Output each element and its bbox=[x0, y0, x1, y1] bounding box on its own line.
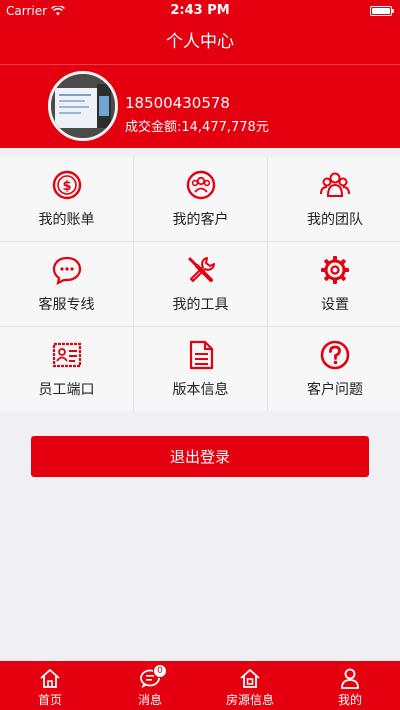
menu-my-bills[interactable]: $ 我的账单 bbox=[0, 157, 133, 241]
menu-grid: $ 我的账单 我的客户 我的团队 客服专线 我的工具 设置 员工端口 版本信息 … bbox=[0, 157, 400, 411]
menu-label: 版本信息 bbox=[172, 382, 229, 398]
avatar[interactable] bbox=[48, 71, 118, 141]
house-icon bbox=[240, 669, 260, 688]
tab-home[interactable]: 首页 bbox=[0, 661, 100, 710]
home-icon bbox=[40, 669, 60, 688]
transaction-amount: 成交金额:14,477,778元 bbox=[125, 120, 269, 135]
tools-icon bbox=[188, 257, 215, 282]
document-icon bbox=[189, 340, 213, 370]
gear-icon bbox=[321, 256, 349, 284]
menu-label: 我的工具 bbox=[172, 297, 229, 313]
message-badge: 0 bbox=[153, 664, 167, 678]
status-time: 2:43 PM bbox=[170, 3, 230, 18]
menu-my-team[interactable]: 我的团队 bbox=[268, 157, 400, 241]
tab-label: 房源信息 bbox=[225, 693, 274, 707]
menu-service-hotline[interactable]: 客服专线 bbox=[0, 242, 133, 326]
menu-label: 员工端口 bbox=[38, 382, 95, 398]
menu-settings[interactable]: 设置 bbox=[268, 242, 400, 326]
customers-circle-icon bbox=[186, 170, 215, 200]
menu-my-customers[interactable]: 我的客户 bbox=[134, 157, 267, 241]
tab-listings[interactable]: 房源信息 bbox=[200, 661, 300, 710]
nav-title: 个人中心 bbox=[0, 22, 400, 64]
tab-label: 我的 bbox=[337, 693, 362, 707]
svg-text:$: $ bbox=[62, 179, 71, 194]
dollar-circle-icon: $ bbox=[52, 170, 81, 200]
user-icon bbox=[341, 668, 359, 689]
status-bar: Carrier 2:43 PM bbox=[0, 0, 400, 22]
team-icon bbox=[320, 172, 350, 197]
question-circle-icon bbox=[320, 340, 350, 370]
id-card-icon bbox=[52, 342, 81, 368]
menu-label: 设置 bbox=[321, 297, 349, 313]
menu-employee-portal[interactable]: 员工端口 bbox=[0, 327, 133, 411]
battery-icon bbox=[370, 6, 394, 16]
tab-mine[interactable]: 我的 bbox=[300, 661, 400, 710]
menu-version-info[interactable]: 版本信息 bbox=[134, 327, 267, 411]
user-phone: 18500430578 bbox=[125, 94, 230, 112]
logout-button[interactable]: 退出登录 bbox=[31, 436, 369, 477]
menu-label: 我的团队 bbox=[307, 212, 363, 228]
menu-label: 我的客户 bbox=[172, 212, 229, 228]
avatar-image bbox=[51, 74, 115, 138]
tab-label: 首页 bbox=[37, 693, 62, 707]
tab-label: 消息 bbox=[137, 693, 162, 707]
menu-label: 客户问题 bbox=[307, 382, 363, 398]
profile-header: 18500430578 成交金额:14,477,778元 bbox=[0, 64, 400, 148]
chat-bubble-icon bbox=[52, 256, 81, 285]
menu-label: 客服专线 bbox=[38, 297, 95, 313]
menu-my-tools[interactable]: 我的工具 bbox=[134, 242, 267, 326]
tab-bar: 首页 0 消息 房源信息 我的 bbox=[0, 661, 400, 710]
menu-customer-issues[interactable]: 客户问题 bbox=[268, 327, 400, 411]
tab-messages[interactable]: 0 消息 bbox=[100, 661, 200, 710]
menu-label: 我的账单 bbox=[38, 212, 95, 228]
